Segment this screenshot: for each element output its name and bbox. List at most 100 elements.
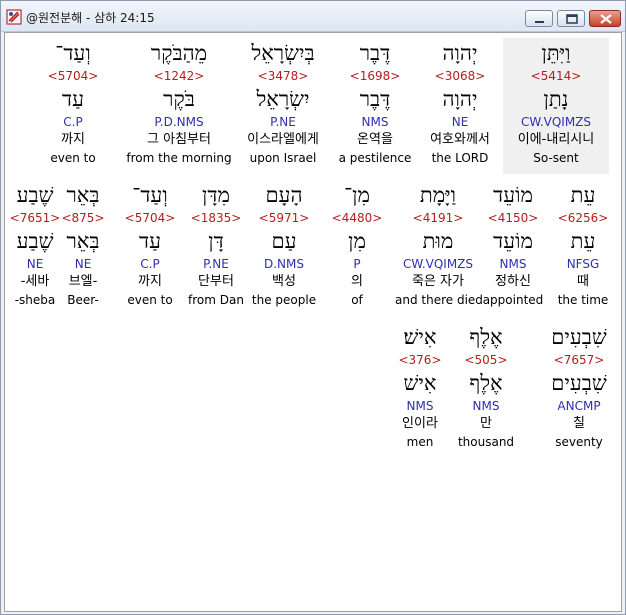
strong-number: <5704> <box>47 69 99 83</box>
interlinear-panel[interactable]: וַיִּתֵּן <5414> נָתַן CW.VQIMZS 이에-내리시니 So-s… <box>4 32 622 612</box>
korean-gloss: 의 <box>351 274 363 289</box>
english-gloss: men <box>406 435 434 449</box>
word-column[interactable]: מִן־ <4480> מִן P 의 of <box>323 180 391 308</box>
hebrew-word: עֵת <box>570 183 596 207</box>
strong-number: <4480> <box>331 211 383 225</box>
minimize-button[interactable] <box>525 10 553 27</box>
strong-number: <7651> <box>9 211 61 225</box>
morphology-code: CW.VQIMZS <box>520 115 592 129</box>
strong-number: <3068> <box>434 69 486 83</box>
english-gloss: So-sent <box>533 151 579 165</box>
lemma-word: נָתַן <box>543 87 569 111</box>
korean-gloss: 만 <box>480 416 492 431</box>
korean-gloss: -세바 <box>20 274 50 289</box>
korean-gloss: 백성 <box>272 274 296 289</box>
word-column[interactable]: הָעָם <5971> עַם D.NMS 백성 the people <box>243 180 325 308</box>
morphology-code: CW.VQIMZS <box>402 257 474 271</box>
english-gloss: upon Israel <box>249 151 317 165</box>
korean-gloss: 그 아침부터 <box>147 132 211 147</box>
hebrew-word: וַיָּמָת <box>419 183 457 207</box>
morphology-code: P <box>353 257 361 271</box>
strong-number: <4150> <box>487 211 539 225</box>
hebrew-word: שֶׁבַע <box>16 183 54 207</box>
maximize-button[interactable] <box>557 10 585 27</box>
lemma-word: דָּן <box>208 229 224 253</box>
word-column[interactable]: וַיִּתֵּן <5414> נָתַן CW.VQIMZS 이에-내리시니 So-s… <box>503 38 609 174</box>
minimize-icon <box>535 21 544 23</box>
title-bar[interactable]: @원전분해 - 삼하 24:15 <box>1 1 625 32</box>
korean-gloss: 까지 <box>61 132 85 147</box>
close-button[interactable] <box>589 10 621 27</box>
hebrew-word: אִישׁ׃ <box>403 325 437 349</box>
english-gloss: appointed <box>482 293 544 307</box>
lemma-word: עַד <box>139 229 161 253</box>
word-column[interactable]: דֶּבֶר <1698> דֶּבֶר NMS 온역을 a pestilence <box>330 38 420 166</box>
word-column[interactable]: מוֹעֵד <4150> מוֹעֵד NMS 정하신 appointed <box>473 180 553 308</box>
hebrew-word: מִדָּן <box>202 183 230 207</box>
korean-gloss: 정하신 <box>495 274 531 289</box>
lemma-word: עֵת <box>570 229 596 253</box>
lemma-word: שֶׁבַע <box>16 229 54 253</box>
lemma-word: בֹּקֶר <box>163 87 195 111</box>
strong-number: <6256> <box>557 211 609 225</box>
hebrew-word: מֵהַבֹּקֶר <box>150 41 208 65</box>
morphology-code: P.D.NMS <box>154 115 204 129</box>
morphology-code: C.P <box>63 115 83 129</box>
hebrew-word: הָעָם <box>265 183 303 207</box>
korean-gloss: 온역을 <box>357 132 393 147</box>
english-gloss: from the morning <box>126 151 232 165</box>
word-column[interactable]: שִׁבְעִים <7657> שִׁבְעִים ANCMP 칠 seventy <box>537 322 621 450</box>
korean-gloss: 때 <box>577 274 589 289</box>
word-column[interactable]: וְעַד־ <5704> עַד C.P 까지 even to <box>115 180 185 308</box>
maximize-icon <box>566 14 578 24</box>
word-column[interactable]: יְהוָה <3068> יְהוָה NE 여호와께서 the LORD <box>417 38 503 166</box>
strong-number: <376> <box>398 353 442 367</box>
strong-number: <4191> <box>412 211 464 225</box>
hebrew-word: מוֹעֵד <box>493 183 533 207</box>
morphology-code: NFSG <box>566 257 600 271</box>
hebrew-word: שִׁבְעִים <box>551 325 607 349</box>
morphology-code: C.P <box>140 257 160 271</box>
lemma-word: אִישׁ <box>403 371 437 395</box>
korean-gloss: 죽은 자가 <box>412 274 464 289</box>
strong-number: <7657> <box>553 353 605 367</box>
morphology-code: NE <box>26 257 44 271</box>
word-column[interactable]: אִישׁ׃ <376> אִישׁ NMS 인이라 men <box>390 322 450 450</box>
korean-gloss: 여호와께서 <box>430 132 490 147</box>
close-icon <box>600 14 612 24</box>
lemma-word: יְהוָה <box>442 87 478 111</box>
english-gloss: even to <box>50 151 96 165</box>
lemma-word: מִן <box>348 229 366 253</box>
morphology-code: P.NE <box>270 115 296 129</box>
lemma-word: יִשְׂרָאֵל <box>256 87 310 111</box>
english-gloss: thousand <box>457 435 515 449</box>
korean-gloss: 인이라 <box>402 416 438 431</box>
word-column[interactable]: שֶׁבַע <7651> שֶׁבַע NE -세바 -sheba <box>5 180 65 308</box>
morphology-code: NMS <box>472 399 500 413</box>
strong-number: <3478> <box>257 69 309 83</box>
morphology-code: NE <box>451 115 469 129</box>
morphology-code: NMS <box>361 115 389 129</box>
word-column[interactable]: בְּיִשְׂרָאֵל <3478> יִשְׂרָאֵל P.NE 이스라엘에게 u… <box>235 38 331 166</box>
lemma-word: מוּת <box>422 229 454 253</box>
hebrew-word: דֶּבֶר <box>359 41 391 65</box>
english-gloss: the LORD <box>431 151 489 165</box>
app-icon <box>6 9 22 25</box>
word-column[interactable]: עֵת <6256> עֵת NFSG 때 the time <box>543 180 623 308</box>
app-window: @원전분해 - 삼하 24:15 וַיִּתֵּן <5414> נָתַן CW.… <box>0 0 626 615</box>
word-column[interactable]: אֶלֶף <505> אֶלֶף NMS 만 thousand <box>455 322 517 450</box>
english-gloss: of <box>351 293 363 307</box>
morphology-code: P.NE <box>203 257 229 271</box>
strong-number: <1242> <box>153 69 205 83</box>
hebrew-word: וְעַד־ <box>55 41 91 65</box>
word-column[interactable]: וַיָּמָת <4191> מוּת CW.VQIMZS 죽은 자가 and ther… <box>395 180 483 308</box>
hebrew-word: מִן־ <box>344 183 370 207</box>
hebrew-word: בְּיִשְׂרָאֵל <box>251 41 315 65</box>
word-column[interactable]: מִדָּן <1835> דָּן P.NE 단부터 from Dan <box>178 180 254 308</box>
word-column[interactable]: וְעַד־ <5704> עַד C.P 까지 even to <box>33 38 113 166</box>
korean-gloss: 단부터 <box>198 274 234 289</box>
hebrew-word: וַיִּתֵּן <box>541 41 571 65</box>
korean-gloss: 칠 <box>573 416 585 431</box>
english-gloss: -sheba <box>14 293 56 307</box>
word-column[interactable]: מֵהַבֹּקֶר <1242> בֹּקֶר P.D.NMS 그 아침부터 from … <box>120 38 238 166</box>
